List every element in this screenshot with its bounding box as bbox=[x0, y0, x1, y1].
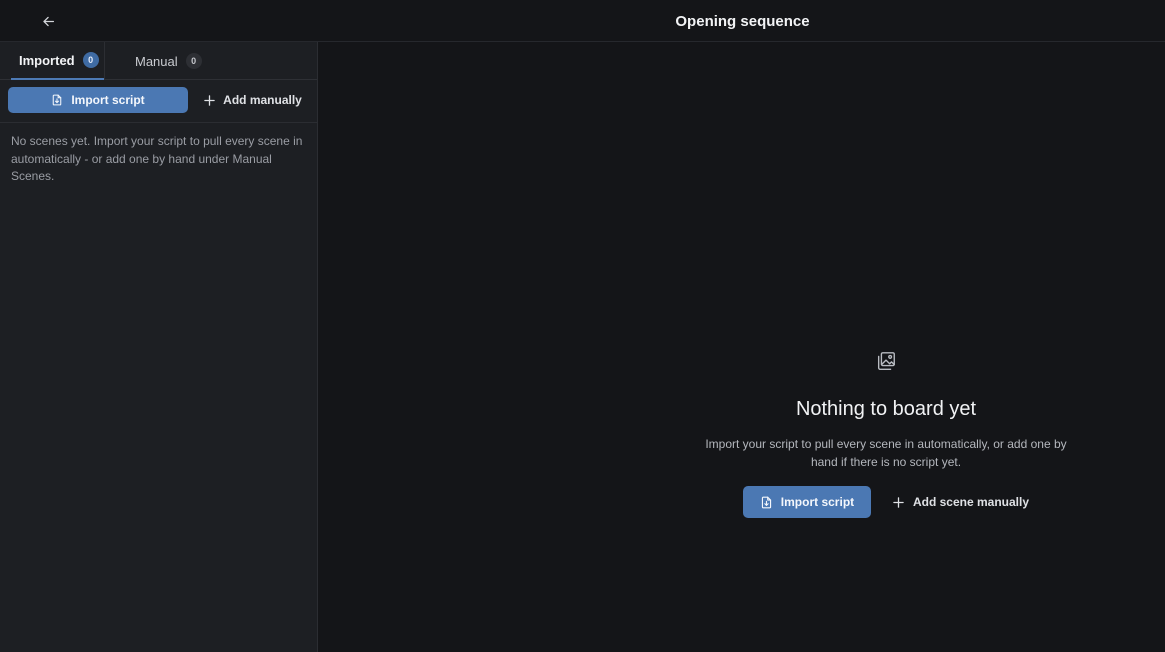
header: Opening sequence bbox=[0, 0, 1165, 42]
main-import-script-button[interactable]: Import script bbox=[742, 486, 871, 518]
main-import-script-label: Import script bbox=[780, 495, 855, 509]
file-import-icon bbox=[53, 94, 62, 106]
tab-manual[interactable]: Manual 0 bbox=[127, 42, 210, 80]
tab-manual-label: Manual bbox=[135, 53, 178, 69]
import-script-label: Import script bbox=[71, 93, 145, 107]
tab-divider bbox=[104, 42, 105, 80]
import-script-button[interactable]: Import script bbox=[8, 87, 188, 113]
empty-state-actions: Import script Add scene manually bbox=[742, 486, 1029, 518]
empty-state-description: Import your script to pull every scene i… bbox=[705, 437, 1067, 469]
sidebar: Imported 0 Manual 0 Import script Add ma… bbox=[0, 42, 318, 652]
add-scene-manually-button[interactable]: Add scene manually bbox=[893, 486, 1029, 518]
add-scene-manually-label: Add scene manually bbox=[912, 495, 1030, 509]
page-title: Opening sequence bbox=[675, 12, 810, 30]
board-empty-state: Nothing to board yet Import your script … bbox=[686, 350, 1086, 518]
sidebar-actions: Import script Add manually bbox=[0, 80, 317, 123]
back-button[interactable] bbox=[36, 10, 60, 32]
tab-imported-count-badge: 0 bbox=[82, 52, 99, 68]
add-manually-button[interactable]: Add manually bbox=[198, 87, 308, 113]
sidebar-empty-message: No scenes yet. Import your script to pul… bbox=[11, 134, 303, 183]
image-gallery-icon bbox=[877, 352, 895, 370]
add-manually-label: Add manually bbox=[223, 93, 302, 107]
scene-tabs: Imported 0 Manual 0 bbox=[0, 42, 317, 80]
plus-icon bbox=[893, 496, 904, 508]
tab-manual-count-badge: 0 bbox=[185, 53, 202, 69]
empty-state-title: Nothing to board yet bbox=[795, 398, 977, 420]
plus-icon bbox=[204, 94, 215, 106]
board-area: Nothing to board yet Import your script … bbox=[318, 42, 1165, 652]
app-window: Opening sequence Imported 0 Manual 0 Imp… bbox=[0, 0, 1165, 652]
file-import-icon bbox=[761, 496, 771, 508]
tab-imported[interactable]: Imported 0 bbox=[11, 42, 105, 80]
arrow-left-icon bbox=[42, 16, 54, 26]
tab-imported-label: Imported bbox=[19, 52, 75, 68]
